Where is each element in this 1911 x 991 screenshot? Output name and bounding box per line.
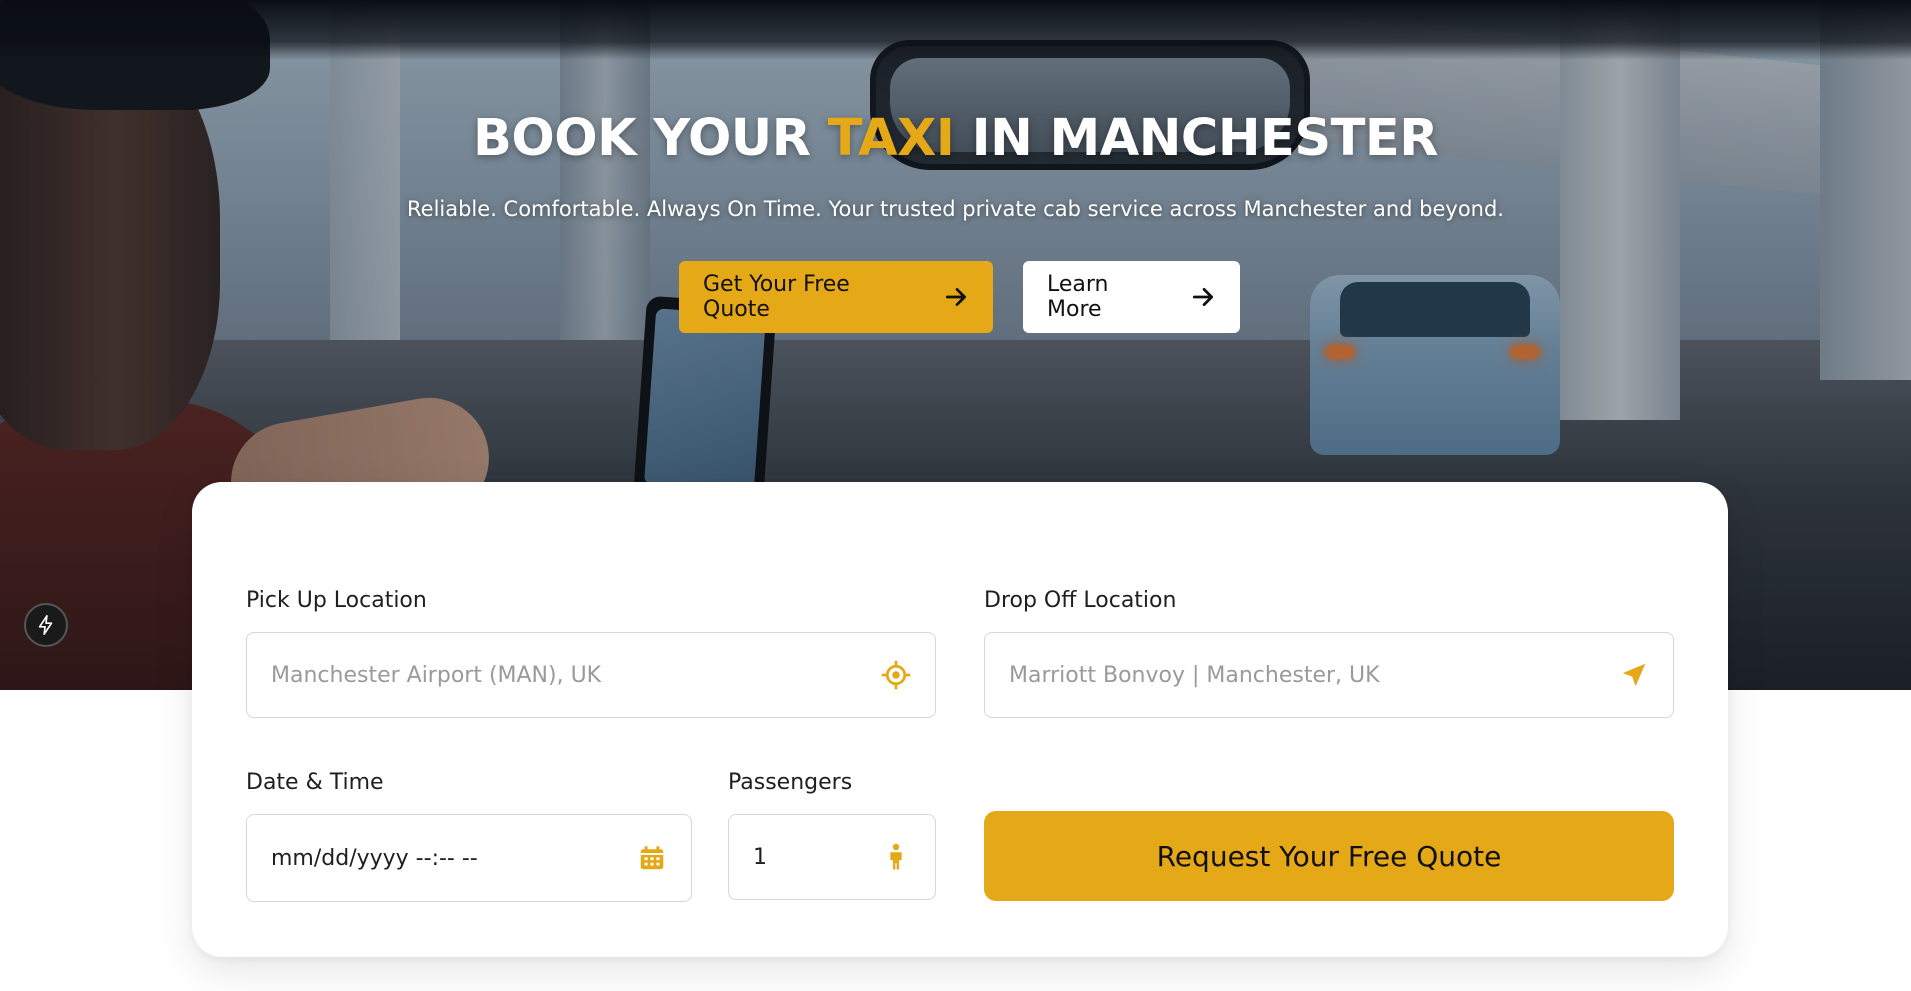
dropoff-location-label: Drop Off Location [984, 588, 1177, 613]
datetime-input[interactable]: mm/dd/yyyy --:-- -- [246, 814, 692, 902]
bolt-icon [38, 615, 53, 635]
hero-title-part2: IN MANCHESTER [954, 109, 1439, 168]
location-arrow-icon [1619, 660, 1649, 690]
request-free-quote-button[interactable]: Request Your Free Quote [984, 811, 1674, 901]
bolt-badge-button[interactable] [24, 603, 68, 647]
learn-more-button[interactable]: Learn More [1023, 261, 1240, 333]
get-free-quote-label: Get Your Free Quote [703, 272, 850, 322]
dropoff-location-input[interactable]: Marriott Bonvoy | Manchester, UK [984, 632, 1674, 718]
datetime-value: mm/dd/yyyy --:-- -- [271, 845, 478, 871]
arrow-right-icon [945, 288, 967, 306]
crosshair-icon [881, 660, 911, 690]
hero-buttons: Get Your Free Quote Learn More [679, 261, 1240, 333]
page: BOOK YOUR TAXI IN MANCHESTER Reliable. C… [0, 0, 1911, 991]
hero-title-accent: TAXI [827, 109, 955, 168]
get-free-quote-button[interactable]: Get Your Free Quote [679, 261, 993, 333]
passengers-label: Passengers [728, 770, 853, 795]
passengers-input[interactable]: 1 [728, 814, 936, 900]
arrow-right-icon [1192, 288, 1214, 306]
person-icon [881, 842, 911, 872]
pickup-location-input[interactable]: Manchester Airport (MAN), UK [246, 632, 936, 718]
pickup-location-label: Pick Up Location [246, 588, 427, 613]
passengers-value: 1 [753, 844, 767, 870]
datetime-label: Date & Time [246, 770, 384, 795]
booking-form-card: Pick Up Location Manchester Airport (MAN… [192, 482, 1728, 957]
pickup-location-placeholder: Manchester Airport (MAN), UK [271, 662, 602, 688]
learn-more-label: Learn More [1047, 272, 1109, 322]
dropoff-location-placeholder: Marriott Bonvoy | Manchester, UK [1009, 662, 1380, 688]
calendar-icon [637, 843, 667, 873]
hero-subtitle: Reliable. Comfortable. Always On Time. Y… [407, 197, 1504, 221]
hero-title: BOOK YOUR TAXI IN MANCHESTER [0, 104, 1911, 174]
hero-title-part1: BOOK YOUR [472, 109, 828, 168]
